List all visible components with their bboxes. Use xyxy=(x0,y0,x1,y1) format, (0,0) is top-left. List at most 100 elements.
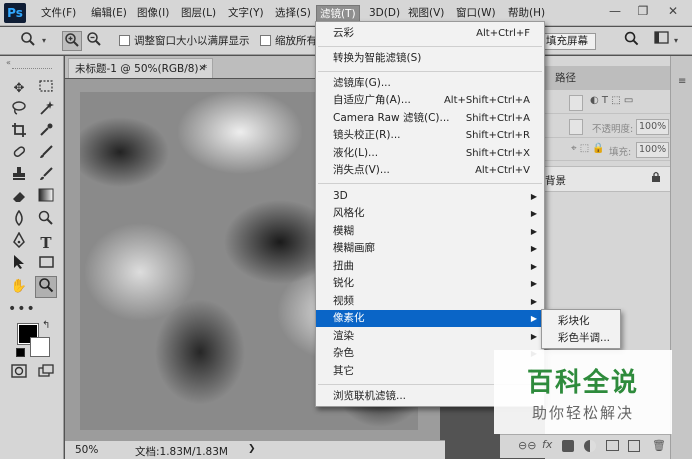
menu-item-filter-gallery[interactable]: 滤镜库(G)... xyxy=(316,75,544,92)
default-colors-icon[interactable] xyxy=(16,348,25,357)
menu-item-video[interactable]: 视频 ▶ xyxy=(316,293,544,310)
menu-item-stylize[interactable]: 风格化 ▶ xyxy=(316,205,544,222)
close-button[interactable]: ✕ xyxy=(662,2,684,20)
pen-tool-icon[interactable] xyxy=(8,231,30,254)
menu-item-render[interactable]: 渲染 ▶ xyxy=(316,328,544,345)
zoom-out-icon[interactable] xyxy=(84,31,104,51)
adjustment-layer-icon[interactable] xyxy=(584,440,596,452)
lasso-tool-icon[interactable] xyxy=(8,100,30,122)
menu-item-blur[interactable]: 模糊 ▶ xyxy=(316,223,544,240)
resize-windows-checkbox[interactable] xyxy=(119,35,130,46)
panel-menu-icon[interactable]: ≡ xyxy=(678,76,686,87)
menu-item-label: 转换为智能滤镜(S) xyxy=(333,52,422,64)
new-layer-icon[interactable] xyxy=(628,440,640,452)
submenu-arrow-icon: ▶ xyxy=(530,192,537,201)
submenu-item-color-halftone[interactable]: 彩色半调... xyxy=(558,330,610,345)
menu-item-label: 液化(L)... xyxy=(333,147,379,159)
collapse-icon[interactable]: « xyxy=(6,58,11,67)
menu-filter[interactable]: 滤镜(T) xyxy=(316,5,360,22)
menu-item-sharpen[interactable]: 锐化 ▶ xyxy=(316,275,544,292)
filter-icons[interactable]: ◐ T ⬚ ▭ xyxy=(590,95,633,106)
menu-item-liquify[interactable]: 液化(L)... Shift+Ctrl+X xyxy=(316,145,544,162)
blend-mode-select[interactable] xyxy=(569,119,583,135)
group-icon[interactable] xyxy=(606,440,619,451)
menu-item-convert-smart-filter[interactable]: 转换为智能滤镜(S) xyxy=(316,50,544,67)
layer-row-background[interactable]: 背景 xyxy=(545,166,670,192)
shortcut-label: Shift+Ctrl+A xyxy=(465,113,530,124)
status-arrow-icon[interactable]: ❯ xyxy=(248,444,256,454)
dodge-tool-icon[interactable] xyxy=(35,210,57,232)
menu-type[interactable]: 文字(Y) xyxy=(225,5,267,22)
opacity-row: 不透明度: 100% xyxy=(545,116,670,138)
menu-help[interactable]: 帮助(H) xyxy=(505,5,548,22)
zoom-tool-preset-icon[interactable] xyxy=(18,31,38,51)
menu-item-pixelate[interactable]: 像素化 ▶ xyxy=(316,310,544,327)
restore-button[interactable]: ❐ xyxy=(632,2,654,20)
rectangle-tool-icon[interactable] xyxy=(35,254,57,276)
more-tools-icon[interactable]: ••• xyxy=(8,298,35,320)
crop-tool-icon[interactable] xyxy=(8,122,30,144)
menu-item-blur-gallery[interactable]: 模糊画廊 ▶ xyxy=(316,240,544,257)
menu-window[interactable]: 窗口(W) xyxy=(453,5,499,22)
clone-stamp-icon[interactable] xyxy=(8,166,30,188)
brush-tool-icon[interactable] xyxy=(35,144,57,166)
menu-file[interactable]: 文件(F) xyxy=(38,5,79,22)
fx-icon[interactable]: fx xyxy=(542,438,552,451)
menu-item-lens-correction[interactable]: 镜头校正(R)... Shift+Ctrl+R xyxy=(316,127,544,144)
menu-item-distort[interactable]: 扭曲 ▶ xyxy=(316,258,544,275)
menu-separator xyxy=(318,46,542,47)
delete-layer-icon[interactable]: 🗑 xyxy=(652,439,666,452)
search-icon[interactable] xyxy=(621,31,641,51)
menu-layer[interactable]: 图层(L) xyxy=(178,5,219,22)
tab-paths[interactable]: 路径 xyxy=(555,70,576,85)
menu-edit[interactable]: 编辑(E) xyxy=(88,5,130,22)
link-layers-icon[interactable]: ⊖⊖ xyxy=(518,439,536,452)
menu-item-vanishing-point[interactable]: 消失点(V)... Alt+Ctrl+V xyxy=(316,162,544,179)
zoom-level[interactable]: 50% xyxy=(75,444,98,456)
chevron-down-icon[interactable]: ▾ xyxy=(42,36,46,45)
eraser-tool-icon[interactable] xyxy=(8,188,30,210)
submenu-item-color-halftone-block[interactable]: 彩块化 xyxy=(558,313,590,328)
hand-tool-icon[interactable]: ✋ xyxy=(8,276,30,298)
gradient-tool-icon[interactable] xyxy=(35,188,57,210)
zoom-tool-icon[interactable] xyxy=(35,276,57,298)
menu-item-3d[interactable]: 3D ▶ xyxy=(316,188,544,205)
healing-brush-icon[interactable] xyxy=(8,144,30,166)
menu-3d[interactable]: 3D(D) xyxy=(366,5,403,22)
screen-mode-icon[interactable] xyxy=(35,364,57,386)
close-tab-icon[interactable]: ✕ xyxy=(198,59,206,79)
menu-item-clouds[interactable]: 云彩 Alt+Ctrl+F xyxy=(316,25,544,42)
menu-item-adaptive-wide-angle[interactable]: 自适应广角(A)... Alt+Shift+Ctrl+A xyxy=(316,92,544,109)
menu-item-camera-raw[interactable]: Camera Raw 滤镜(C)... Shift+Ctrl+A xyxy=(316,110,544,127)
zoom-in-icon[interactable] xyxy=(62,31,82,51)
background-color-swatch[interactable] xyxy=(30,337,50,357)
minimize-button[interactable]: — xyxy=(604,2,626,20)
quick-mask-icon[interactable] xyxy=(8,364,30,386)
shortcut-label: Shift+Ctrl+R xyxy=(465,130,530,141)
filter-kind-select[interactable] xyxy=(569,95,583,111)
marquee-tool-icon[interactable] xyxy=(35,78,57,100)
history-brush-icon[interactable] xyxy=(35,166,57,188)
menu-view[interactable]: 视图(V) xyxy=(405,5,447,22)
fill-input[interactable]: 100% xyxy=(636,142,669,158)
magic-wand-icon[interactable] xyxy=(35,100,57,122)
path-selection-icon[interactable] xyxy=(8,254,30,276)
lock-row: ⌖ ⬚ 🔒 填充: 100% xyxy=(545,139,670,161)
opacity-input[interactable]: 100% xyxy=(636,119,669,135)
lock-icons[interactable]: ⌖ ⬚ 🔒 xyxy=(571,143,605,154)
lock-icon[interactable] xyxy=(651,171,661,186)
menu-image[interactable]: 图像(I) xyxy=(134,5,172,22)
chevron-down-icon[interactable]: ▾ xyxy=(674,36,678,45)
blur-tool-icon[interactable] xyxy=(8,209,30,232)
document-tab[interactable]: 未标题-1 @ 50%(RGB/8) * ✕ xyxy=(68,58,213,78)
add-mask-icon[interactable] xyxy=(562,440,574,452)
swap-colors-icon[interactable]: ↰ xyxy=(42,320,50,331)
fill-screen-button[interactable]: 填充屏幕 xyxy=(538,33,596,50)
eyedropper-icon[interactable] xyxy=(35,122,57,144)
menu-select[interactable]: 选择(S) xyxy=(272,5,314,22)
move-tool-icon[interactable]: ✥ xyxy=(8,78,30,100)
type-tool-icon[interactable]: T xyxy=(35,232,57,254)
zoom-all-checkbox[interactable] xyxy=(260,35,271,46)
menu-item-label: 锐化 xyxy=(333,277,354,289)
workspace-icon[interactable] xyxy=(651,31,671,51)
